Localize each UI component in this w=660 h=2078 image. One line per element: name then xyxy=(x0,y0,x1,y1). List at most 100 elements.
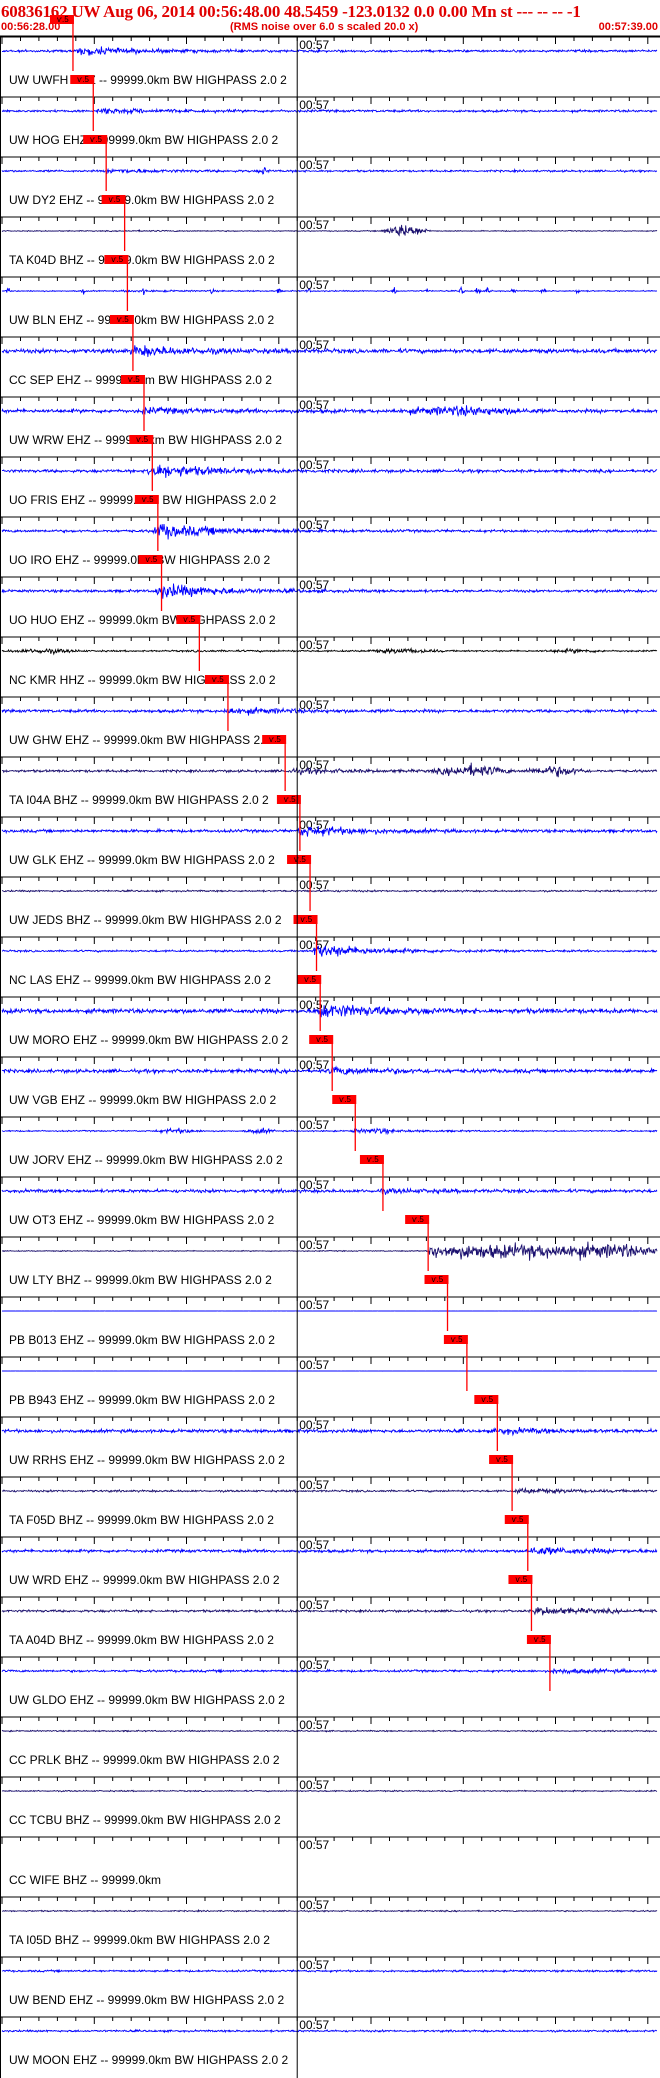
waveform xyxy=(1,1486,658,1495)
waveform xyxy=(1,1126,658,1136)
station-label: PB B013 EHZ -- 99999.0km BW HIGHPASS 2.0… xyxy=(9,1333,275,1347)
pick-label: ѵ.5 xyxy=(117,315,129,324)
pick-label: ѵ.5 xyxy=(316,1035,328,1044)
station-label: UW MORO EHZ -- 99999.0km BW HIGHPASS 2.0… xyxy=(9,1033,288,1047)
waveform xyxy=(1,1667,658,1675)
waveform xyxy=(1,1789,658,1793)
minute-label: 00:57 xyxy=(299,1718,329,1732)
minute-label: 00:57 xyxy=(299,638,329,652)
minute-label: 00:57 xyxy=(299,878,329,892)
station-label: UW JEDS BHZ -- 99999.0km BW HIGHPASS 2.0… xyxy=(9,913,282,927)
waveform xyxy=(1,1606,658,1616)
waveform xyxy=(1,762,658,778)
minute-label: 00:57 xyxy=(299,1118,329,1132)
minute-label: 00:57 xyxy=(299,38,329,52)
station-label: TA I04A BHZ -- 99999.0km BW HIGHPASS 2.0… xyxy=(9,793,269,807)
minute-label: 00:57 xyxy=(299,1958,329,1972)
station-label: UW DY2 EHZ -- 99999.0km BW HIGHPASS 2.0 … xyxy=(9,193,275,207)
minute-label: 00:57 xyxy=(299,158,329,172)
waveform xyxy=(1,167,658,175)
waveform xyxy=(1,888,658,894)
pick-label: ѵ.5 xyxy=(142,495,154,504)
trace-row: 00:57 CC PRLK BHZ -- 99999.0km BW HIGHPAS… xyxy=(0,1716,660,1767)
station-label: TA A04D BHZ -- 99999.0km BW HIGHPASS 2.0… xyxy=(9,1633,274,1647)
pick-label: ѵ.5 xyxy=(269,735,281,744)
trace-row: 00:57 UW MOON EHZ -- 99999.0km BW HIGHPAS… xyxy=(0,2016,660,2067)
minute-label: 00:57 xyxy=(299,1778,329,1792)
waveform xyxy=(1,1729,658,1733)
station-label: TA F05D BHZ -- 99999.0km BW HIGHPASS 2.0… xyxy=(9,1513,274,1527)
pick-label: ѵ.5 xyxy=(304,975,316,984)
minute-label: 00:57 xyxy=(299,1538,329,1552)
pick-label: ѵ.5 xyxy=(301,915,313,924)
station-label: UW GLK EHZ -- 99999.0km BW HIGHPASS 2.0 … xyxy=(9,853,275,867)
station-label: UW LTY BHZ -- 99999.0km BW HIGHPASS 2.0 … xyxy=(9,1273,272,1287)
pick-label: ѵ.5 xyxy=(294,855,306,864)
minute-label: 00:57 xyxy=(299,1598,329,1612)
station-label: UW GHW EHZ -- 99999.0km BW HIGHPASS 2.0 … xyxy=(9,733,280,747)
station-label: PB B943 EHZ -- 99999.0km BW HIGHPASS 2.0… xyxy=(9,1393,275,1407)
trace-row: 00:57 CC WIFE BHZ -- 99999.0km xyxy=(0,1836,660,1887)
pick-label: ѵ.5 xyxy=(451,1335,463,1344)
station-label: CC WIFE BHZ -- 99999.0km xyxy=(9,1873,161,1887)
station-label: CC TCBU BHZ -- 99999.0km BW HIGHPASS 2.0… xyxy=(9,1813,281,1827)
waveform xyxy=(1,524,658,540)
waveform xyxy=(1,1187,658,1195)
station-label: UW VGB EHZ -- 99999.0km BW HIGHPASS 2.0 … xyxy=(9,1093,277,1107)
waveform xyxy=(1,2028,658,2034)
pick-label: ѵ.5 xyxy=(367,1155,379,1164)
pick-label: ѵ.5 xyxy=(111,255,123,264)
pick-label: ѵ.5 xyxy=(146,555,158,564)
trace-row: 00:57 CC TCBU BHZ -- 99999.0km BW HIGHPAS… xyxy=(0,1776,660,1827)
pick-label: ѵ.5 xyxy=(57,15,69,24)
minute-label: 00:57 xyxy=(299,1298,329,1312)
waveform xyxy=(1,1908,658,1913)
pick-label: ѵ.5 xyxy=(481,1395,493,1404)
waveform xyxy=(1,46,658,56)
station-label: UW MOON EHZ -- 99999.0km BW HIGHPASS 2.0… xyxy=(9,2053,288,2067)
waveform xyxy=(1,107,658,116)
trace-row: 00:57 TA I05D BHZ -- 99999.0km BW HIGHPAS… xyxy=(0,1896,660,1947)
waveform xyxy=(1,345,658,357)
waveform xyxy=(1,945,658,957)
pick-label: ѵ.5 xyxy=(432,1275,444,1284)
minute-label: 00:57 xyxy=(299,98,329,112)
waveform xyxy=(1,405,658,418)
waveform xyxy=(1,1427,658,1437)
station-label: UW BLN EHZ -- 99999.0km BW HIGHPASS 2.0 … xyxy=(9,313,275,327)
waveform xyxy=(1,464,658,478)
waveform xyxy=(1,706,658,716)
pick-label: ѵ.5 xyxy=(496,1455,508,1464)
station-label: UW GLDO EHZ -- 99999.0km BW HIGHPASS 2.0… xyxy=(9,1693,285,1707)
station-label: UW HOG EHZ -- 99999.0km BW HIGHPASS 2.0 … xyxy=(9,133,279,147)
waveform xyxy=(1,224,658,237)
minute-label: 00:57 xyxy=(299,1898,329,1912)
waveform xyxy=(1,1065,658,1076)
station-label: NC LAS EHZ -- 99999.0km BW HIGHPASS 2.0 … xyxy=(9,973,271,987)
pick-label: ѵ.5 xyxy=(284,795,296,804)
minute-label: 00:57 xyxy=(299,1658,329,1672)
minute-label: 00:57 xyxy=(299,1358,329,1372)
station-label: UO HUO EHZ -- 99999.0km BW HIGHPASS 2.0 … xyxy=(9,613,276,627)
pick-label: ѵ.5 xyxy=(183,615,195,624)
minute-label: 00:57 xyxy=(299,1238,329,1252)
station-label: TA K04D BHZ -- 99999.0km BW HIGHPASS 2.0… xyxy=(9,253,275,267)
pick-label: ѵ.5 xyxy=(212,675,224,684)
station-label: UW WRD EHZ -- 99999.0km BW HIGHPASS 2.0 … xyxy=(9,1573,280,1587)
station-label: UW RRHS EHZ -- 99999.0km BW HIGHPASS 2.0… xyxy=(9,1453,285,1467)
minute-label: 00:57 xyxy=(299,278,329,292)
pick-label: ѵ.5 xyxy=(128,375,140,384)
station-label: UW UWFH EHZ -- 99999.0km BW HIGHPASS 2.0… xyxy=(9,73,287,87)
waveform xyxy=(1,285,658,296)
trace-row: 00:57 UW BEND EHZ -- 99999.0km BW HIGHPAS… xyxy=(0,1956,660,2007)
minute-label: 00:57 xyxy=(299,1838,329,1852)
station-label: TA I05D BHZ -- 99999.0km BW HIGHPASS 2.0… xyxy=(9,1933,270,1947)
pick-label: ѵ.5 xyxy=(534,1635,546,1644)
waveform xyxy=(1,1004,658,1018)
trace-row: 00:57 ѵ.5 UW UWFH EHZ -- 99999.0km BW HIGH… xyxy=(0,15,660,87)
station-label: NC KMR HHZ -- 99999.0km BW HIGHPASS 2.0 … xyxy=(9,673,276,687)
pick-label: ѵ.5 xyxy=(339,1095,351,1104)
waveform xyxy=(1,1968,658,1974)
pick-label: ѵ.5 xyxy=(412,1215,424,1224)
station-label: UW JORV EHZ -- 99999.0km BW HIGHPASS 2.0… xyxy=(9,1153,283,1167)
